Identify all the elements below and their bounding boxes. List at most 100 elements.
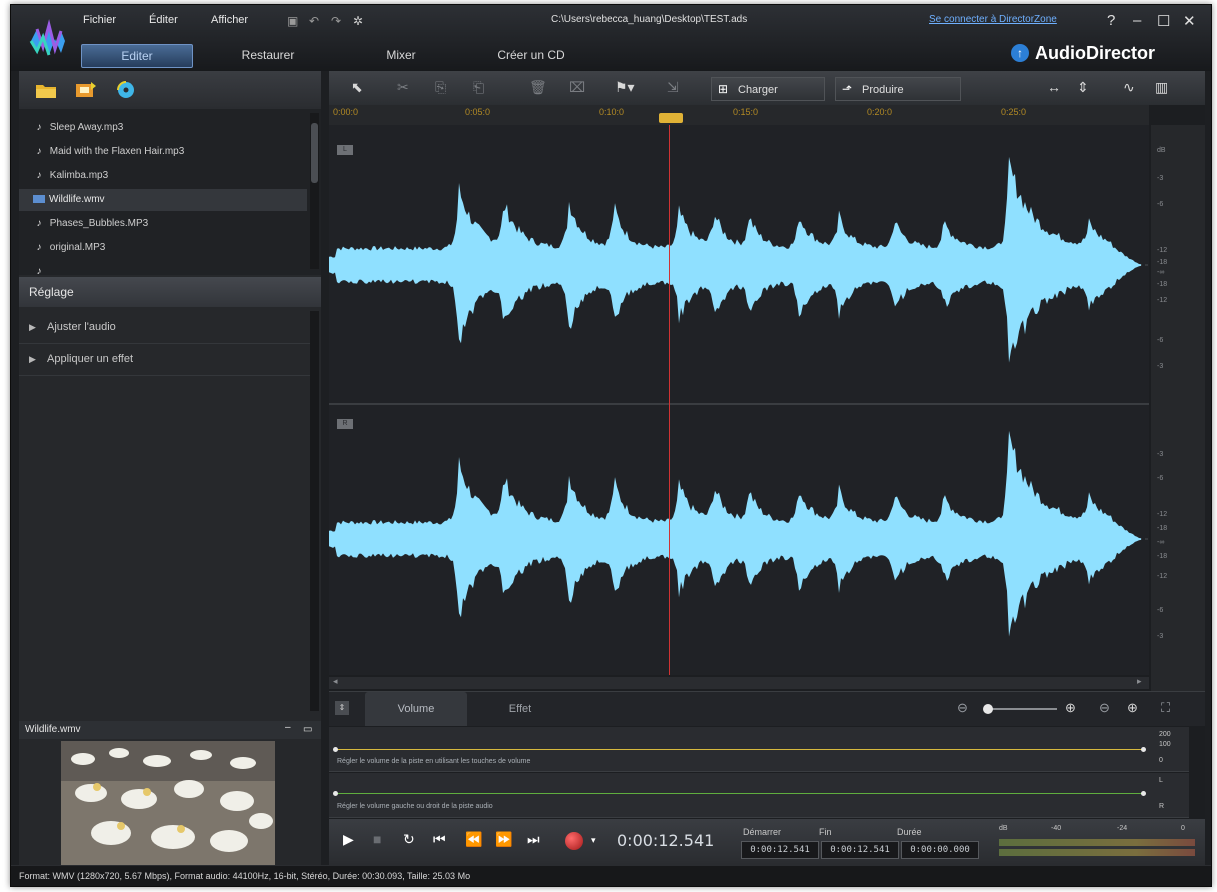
volume-lane[interactable]: Régler le volume de la piste en utilisan… [329, 727, 1189, 772]
duration-field[interactable]: 0:00:00.000 [901, 841, 979, 859]
menu-fichier[interactable]: Fichier [83, 14, 116, 26]
fit-all-icon[interactable]: ⛶ [1161, 700, 1170, 716]
preview-maximize-icon[interactable]: ▭ [303, 721, 312, 739]
volume-keyframe[interactable] [1141, 747, 1146, 752]
trim-icon[interactable]: ⌧ [569, 79, 585, 96]
save-icon[interactable]: ▣ [287, 14, 298, 28]
file-item-partial[interactable]: ♪ [19, 261, 307, 275]
scroll-left-icon[interactable]: ◂ [333, 676, 338, 687]
app-window: Fichier Éditer Afficher ▣ ↶ ↷ ✲ C:\Users… [10, 4, 1212, 887]
zoom-slider-knob[interactable] [983, 704, 993, 714]
paste-icon[interactable]: ⎗ [473, 79, 484, 96]
go-to-end-button[interactable]: ⏭ [527, 831, 540, 848]
tab-mixer[interactable]: Mixer [361, 44, 441, 66]
select-tool-icon[interactable]: ⬉ [351, 79, 363, 96]
settings-gear-icon[interactable]: ✲ [353, 14, 363, 28]
marker-dropdown-icon[interactable]: ⚑▾ [615, 79, 635, 96]
play-button[interactable]: ▶ [343, 831, 354, 848]
tab-editer[interactable]: Editer [81, 44, 193, 68]
tab-creer-cd[interactable]: Créer un CD [481, 44, 581, 66]
delete-icon[interactable]: 🗑 [529, 79, 547, 96]
fit-horizontal-icon[interactable]: ↔ [1047, 79, 1061, 95]
start-time-field[interactable]: 0:00:12.541 [741, 841, 819, 859]
go-to-start-button[interactable]: ⏮ [433, 831, 446, 848]
folder-open-icon[interactable] [35, 81, 57, 99]
volume-scale-label: 200 [1159, 731, 1171, 738]
redo-icon[interactable]: ↷ [331, 14, 341, 28]
file-item[interactable]: ♪ Kalimba.mp3 [19, 165, 307, 187]
maximize-icon[interactable]: ☐ [1157, 12, 1170, 30]
loop-button[interactable]: ↻ [403, 831, 415, 848]
horizontal-scrollbar[interactable]: ◂ ▸ [329, 676, 1149, 689]
zoom-slider-track[interactable] [987, 708, 1057, 710]
tab-volume[interactable]: Volume [365, 692, 467, 726]
preview-minimize-icon[interactable]: – [285, 719, 291, 737]
directorzone-login-link[interactable]: Se connecter à DirectorZone [929, 14, 1057, 25]
db-label: -6 [1157, 475, 1164, 482]
zoom-out-vertical-icon[interactable]: ⊖ [1099, 700, 1110, 716]
pan-envelope[interactable] [335, 793, 1143, 794]
volume-hint: Régler le volume de la piste en utilisan… [337, 758, 531, 765]
stop-button[interactable]: ■ [373, 831, 381, 847]
scroll-thumb[interactable] [311, 123, 318, 183]
zoom-out-horizontal-icon[interactable]: ⊖ [957, 700, 968, 716]
help-button[interactable]: ? [1107, 12, 1115, 29]
apply-effect-item[interactable]: ▶ Appliquer un effet [19, 343, 311, 376]
file-item[interactable]: ♪ Sleep Away.mp3 [19, 117, 307, 139]
spectrum-view-icon[interactable]: ▥ [1155, 79, 1168, 96]
menu-afficher[interactable]: Afficher [211, 14, 248, 26]
undo-icon[interactable]: ↶ [309, 14, 319, 28]
pan-keyframe[interactable] [333, 791, 338, 796]
adjust-audio-item[interactable]: ▶ Ajuster l'audio [19, 311, 311, 344]
record-options-dropdown-icon[interactable]: ▾ [591, 835, 596, 846]
adjust-scrollbar[interactable] [310, 311, 319, 711]
cd-rip-icon[interactable] [115, 81, 137, 99]
file-name: Maid with the Flaxen Hair.mp3 [49, 146, 185, 157]
brand-title[interactable]: ↑ AudioDirector [1011, 43, 1155, 64]
file-name: Wildlife.wmv [49, 194, 105, 205]
load-label: Charger [738, 84, 778, 96]
volume-keyframe[interactable] [333, 747, 338, 752]
cut-icon[interactable]: ✂ [397, 79, 409, 96]
waveform-view-icon[interactable]: ∿ [1123, 79, 1135, 96]
zoom-in-horizontal-icon[interactable]: ⊕ [1065, 700, 1076, 716]
end-time-field[interactable]: 0:00:12.541 [821, 841, 899, 859]
waveform-display[interactable]: L R [329, 125, 1149, 675]
produce-button[interactable]: ⬏ Produire [835, 77, 961, 101]
library-scrollbar[interactable] [310, 113, 319, 269]
fast-forward-button[interactable]: ⏩ [495, 831, 512, 848]
timeline-ruler[interactable]: 0:00:0 0:05:0 0:10:0 0:15:0 0:20:0 0:25:… [329, 105, 1149, 126]
db-label: -∞ [1157, 539, 1165, 546]
import-media-icon[interactable] [75, 81, 97, 99]
file-item[interactable]: ♪ original.MP3 [19, 237, 307, 259]
produce-icon: ⬏ [842, 82, 853, 96]
volume-envelope[interactable] [335, 749, 1143, 750]
pan-hint: Régler le volume gauche ou droit de la p… [337, 803, 493, 810]
pan-lane[interactable]: Régler le volume gauche ou droit de la p… [329, 773, 1189, 818]
video-frame [61, 741, 275, 865]
playhead-handle[interactable] [659, 113, 683, 123]
fade-icon[interactable]: ⇲ [667, 79, 679, 96]
pan-keyframe[interactable] [1141, 791, 1146, 796]
collapse-lanes-icon[interactable]: ⇕ [335, 701, 349, 715]
fit-vertical-icon[interactable]: ⇕ [1077, 79, 1089, 96]
waveform-svg [329, 156, 1149, 637]
copy-icon[interactable]: ⎘ [435, 79, 446, 96]
load-button[interactable]: ⊞ Charger [711, 77, 825, 101]
file-item-selected[interactable]: Wildlife.wmv [19, 189, 307, 211]
zoom-in-vertical-icon[interactable]: ⊕ [1127, 700, 1138, 716]
tab-restaurer[interactable]: Restaurer [223, 44, 313, 66]
file-item[interactable]: ♪ Phases_Bubbles.MP3 [19, 213, 307, 235]
library-toolbar [19, 71, 321, 109]
tab-effet[interactable]: Effet [469, 692, 571, 726]
file-item[interactable]: ♪ Maid with the Flaxen Hair.mp3 [19, 141, 307, 163]
record-button[interactable] [565, 832, 583, 850]
close-icon[interactable]: ✕ [1183, 12, 1196, 30]
menu-editer[interactable]: Éditer [149, 14, 178, 26]
scroll-right-icon[interactable]: ▸ [1137, 676, 1142, 687]
ruler-tick: 0:00:0 [333, 107, 359, 117]
waveform-left-channel [329, 156, 1141, 363]
minimize-icon[interactable]: – [1133, 12, 1141, 29]
ruler-tick: 0:20:0 [867, 107, 893, 117]
rewind-button[interactable]: ⏪ [465, 831, 482, 848]
